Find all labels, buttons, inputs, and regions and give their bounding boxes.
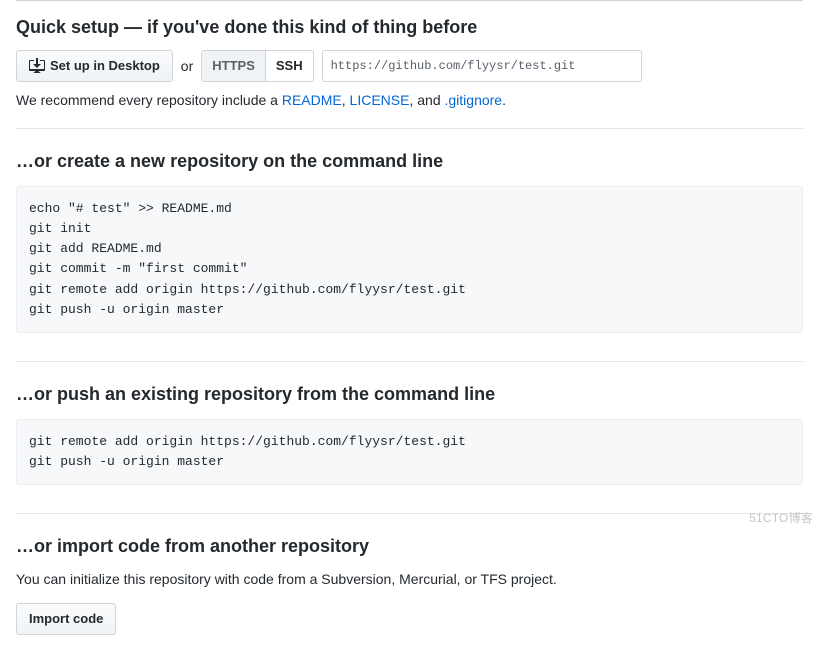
import-repo-section: …or import code from another repository … xyxy=(16,514,803,655)
repo-url-input[interactable] xyxy=(322,50,642,82)
quick-setup-section: Quick setup — if you've done this kind o… xyxy=(16,0,803,129)
period: . xyxy=(502,92,506,108)
recommend-text: We recommend every repository include a … xyxy=(16,92,803,108)
recommend-prefix: We recommend every repository include a xyxy=(16,92,282,108)
import-code-button[interactable]: Import code xyxy=(16,603,116,635)
setup-row: Set up in Desktop or HTTPS SSH xyxy=(16,50,803,82)
import-repo-description: You can initialize this repository with … xyxy=(16,571,803,587)
setup-desktop-label: Set up in Desktop xyxy=(50,56,160,76)
import-code-label: Import code xyxy=(29,609,103,629)
create-repo-title: …or create a new repository on the comma… xyxy=(16,151,803,172)
or-text: or xyxy=(181,58,193,74)
ssh-toggle[interactable]: SSH xyxy=(266,50,314,82)
gitignore-link[interactable]: .gitignore xyxy=(445,92,503,108)
create-repo-section: …or create a new repository on the comma… xyxy=(16,129,803,362)
push-repo-title: …or push an existing repository from the… xyxy=(16,384,803,405)
protocol-toggle-group: HTTPS SSH xyxy=(201,50,313,82)
comma-2: , and xyxy=(409,92,444,108)
push-repo-code[interactable]: git remote add origin https://github.com… xyxy=(16,419,803,485)
create-repo-code[interactable]: echo "# test" >> README.md git init git … xyxy=(16,186,803,333)
push-repo-section: …or push an existing repository from the… xyxy=(16,362,803,514)
readme-link[interactable]: README xyxy=(282,92,342,108)
https-toggle[interactable]: HTTPS xyxy=(201,50,266,82)
desktop-download-icon xyxy=(29,58,45,74)
comma-1: , xyxy=(342,92,350,108)
quick-setup-title: Quick setup — if you've done this kind o… xyxy=(16,17,803,38)
watermark: 51CTO博客 xyxy=(749,509,813,526)
license-link[interactable]: LICENSE xyxy=(350,92,410,108)
import-repo-title: …or import code from another repository xyxy=(16,536,803,557)
setup-desktop-button[interactable]: Set up in Desktop xyxy=(16,50,173,82)
